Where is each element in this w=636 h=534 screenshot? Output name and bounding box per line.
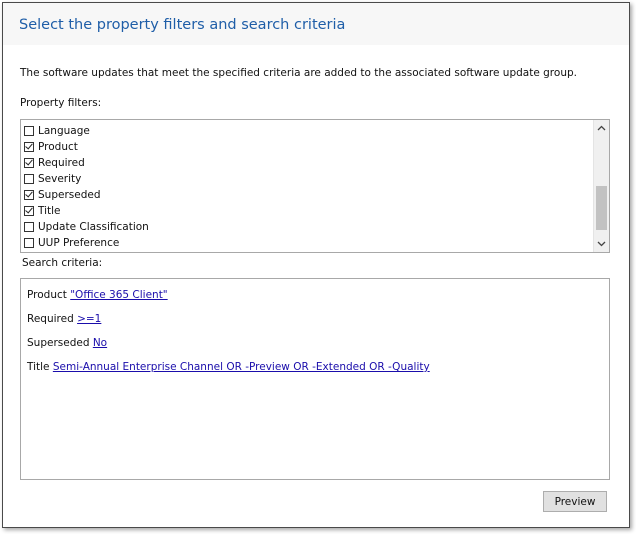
filter-label: Language (38, 125, 90, 137)
filter-label: Superseded (38, 189, 101, 201)
criteria-row-product: Product "Office 365 Client" (27, 289, 168, 301)
filter-checkbox[interactable] (24, 206, 34, 216)
filter-label: Title (38, 205, 61, 217)
criteria-value-link[interactable]: >=1 (77, 313, 101, 325)
criteria-row-required: Required >=1 (27, 313, 101, 325)
filter-item-title[interactable]: Title (24, 203, 61, 219)
chevron-down-icon[interactable] (594, 237, 609, 252)
page-title: Select the property filters and search c… (19, 17, 346, 33)
filter-item-uup-preference[interactable]: UUP Preference (24, 235, 119, 251)
chevron-up-icon[interactable] (594, 120, 609, 135)
filter-checkbox[interactable] (24, 142, 34, 152)
criteria-name: Superseded (27, 337, 90, 349)
criteria-name: Required (27, 313, 74, 325)
criteria-row-title: Title Semi-Annual Enterprise Channel OR … (27, 361, 430, 373)
filter-item-language[interactable]: Language (24, 123, 90, 139)
criteria-value-link[interactable]: "Office 365 Client" (70, 289, 167, 301)
criteria-name: Title (27, 361, 50, 373)
filter-checkbox[interactable] (24, 126, 34, 136)
filters-scrollbar[interactable] (593, 120, 609, 252)
criteria-value-link[interactable]: Semi-Annual Enterprise Channel OR -Previ… (53, 361, 430, 373)
filter-item-superseded[interactable]: Superseded (24, 187, 100, 203)
search-criteria-label: Search criteria: (22, 257, 103, 269)
filter-checkbox[interactable] (24, 238, 34, 248)
filter-label: UUP Preference (38, 237, 120, 249)
preview-button[interactable]: Preview (543, 491, 607, 512)
filter-checkbox[interactable] (24, 190, 34, 200)
property-filters-list[interactable]: Language Product Required Severity Super… (20, 119, 610, 253)
filter-checkbox[interactable] (24, 174, 34, 184)
scrollbar-thumb[interactable] (596, 186, 607, 230)
filter-item-update-classification[interactable]: Update Classification (24, 219, 149, 235)
page-description: The software updates that meet the speci… (20, 67, 577, 79)
filter-label: Product (38, 141, 78, 153)
page-header: Select the property filters and search c… (3, 3, 629, 45)
filter-label: Required (38, 157, 85, 169)
criteria-name: Product (27, 289, 67, 301)
wizard-page: Select the property filters and search c… (2, 2, 630, 528)
filter-item-product[interactable]: Product (24, 139, 78, 155)
filter-item-severity[interactable]: Severity (24, 171, 81, 187)
filter-label: Severity (38, 173, 82, 185)
filter-label: Update Classification (38, 221, 149, 233)
property-filters-label: Property filters: (20, 97, 102, 109)
filter-checkbox[interactable] (24, 222, 34, 232)
criteria-value-link[interactable]: No (93, 337, 107, 349)
filter-checkbox[interactable] (24, 158, 34, 168)
filter-item-required[interactable]: Required (24, 155, 85, 171)
search-criteria-box: Product "Office 365 Client" Required >=1… (20, 278, 610, 480)
criteria-row-superseded: Superseded No (27, 337, 107, 349)
